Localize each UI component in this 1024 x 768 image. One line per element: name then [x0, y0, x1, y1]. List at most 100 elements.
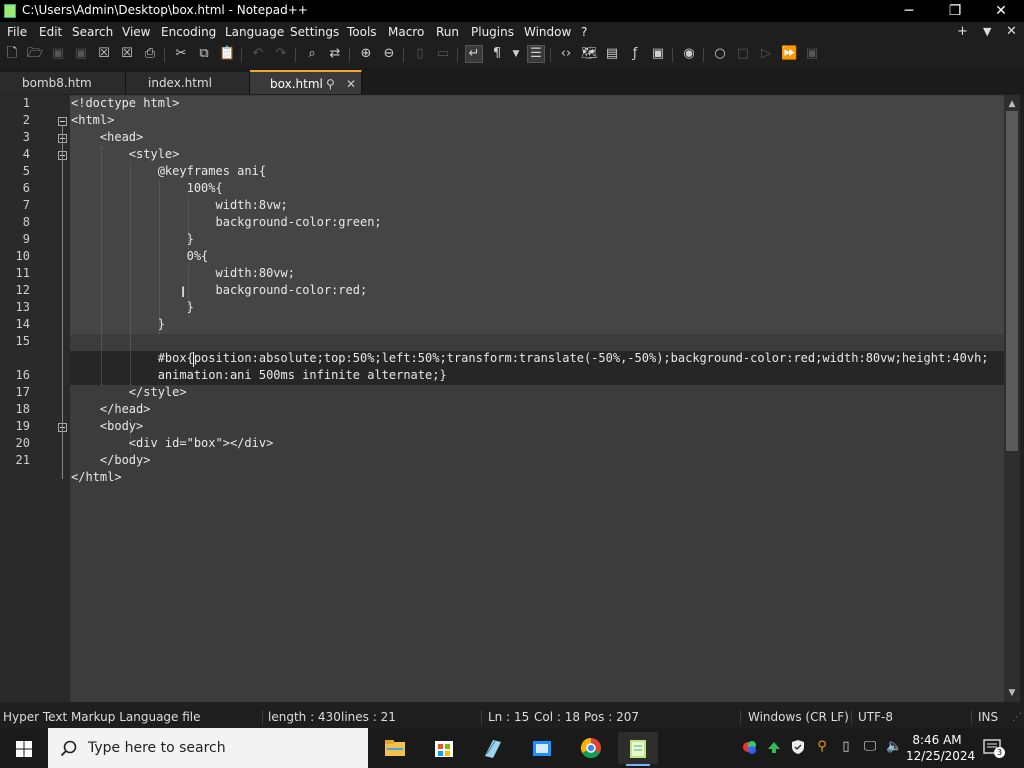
menu-run[interactable]: Run [436, 25, 459, 39]
scroll-up-icon[interactable]: ▲ [1004, 97, 1020, 111]
notifications-icon[interactable]: 3 [982, 738, 1005, 758]
menu-settings[interactable]: Settings [290, 25, 339, 39]
scrollbar-thumb[interactable] [1006, 111, 1018, 451]
print-icon[interactable]: ⎙ [142, 46, 158, 62]
save-icon[interactable]: ▣ [50, 46, 66, 62]
code-line[interactable]: </html> [71, 470, 122, 487]
menu-help[interactable]: ? [581, 25, 587, 39]
cut-icon[interactable]: ✂ [173, 46, 189, 62]
document-map-icon[interactable]: 🗺 [581, 46, 598, 62]
code-line[interactable]: background-color:red; [71, 283, 367, 300]
notepadpp-taskbar-app[interactable] [618, 732, 658, 766]
sync-tray-icon[interactable] [766, 739, 782, 755]
close-tab-icon[interactable]: ✕ [346, 73, 356, 95]
tab-box[interactable]: box.html ⚲ ✕ [250, 70, 362, 94]
code-line[interactable]: width:8vw; [71, 198, 287, 215]
word-wrap-icon[interactable]: ↵ [465, 45, 483, 63]
tab-list-down-icon[interactable]: ▼ [983, 25, 991, 38]
code-line[interactable]: <head> [71, 130, 143, 147]
code-line[interactable]: width:80vw; [71, 266, 294, 283]
zoom-out-icon[interactable]: ⊖ [381, 46, 397, 62]
code-line[interactable]: 0%{ [71, 249, 209, 266]
code-line[interactable]: <!doctype html> [71, 96, 179, 113]
show-all-chars-icon[interactable]: ¶ [489, 46, 505, 62]
undo-icon[interactable]: ↶ [250, 46, 266, 62]
macro-play-multiple-icon[interactable]: ⏩ [781, 46, 797, 62]
save-all-icon[interactable]: ▣ [73, 46, 89, 62]
clock[interactable]: 8:46 AM 12/25/2024 [906, 732, 975, 764]
open-file-icon[interactable]: 🗁 [27, 46, 43, 62]
code-line[interactable]: background-color:green; [71, 215, 381, 232]
macro-stop-icon[interactable]: □ [735, 46, 751, 62]
usb-device-icon[interactable]: ▯ [838, 739, 854, 755]
menu-file[interactable]: File [7, 25, 27, 39]
fold-toggle-icon[interactable] [58, 117, 67, 126]
tab-index[interactable]: index.html [126, 72, 250, 94]
new-tab-plus-icon[interactable]: + [957, 24, 968, 39]
document-list-icon[interactable]: ▤ [604, 46, 620, 62]
code-line[interactable]: <div id="box"></div> [71, 436, 274, 453]
color-app-tray-icon[interactable] [742, 739, 758, 755]
paste-icon[interactable]: 📋 [219, 46, 235, 62]
status-encoding[interactable]: UTF-8 [858, 710, 893, 724]
menu-window[interactable]: Window [524, 25, 571, 39]
sync-horizontal-icon[interactable]: ▭ [435, 46, 451, 62]
code-line[interactable]: animation:ani 500ms infinite alternate;} [71, 368, 447, 385]
code-line[interactable]: } [71, 300, 194, 317]
code-line[interactable]: </style> [71, 385, 187, 402]
file-explorer-app[interactable] [375, 732, 415, 764]
pin-icon[interactable]: ⚲ [326, 73, 335, 95]
code-line[interactable]: <style> [71, 147, 180, 164]
menu-encoding[interactable]: Encoding [161, 25, 216, 39]
chrome-app[interactable] [571, 732, 611, 764]
start-button[interactable] [0, 728, 48, 768]
search-orange-tray-icon[interactable]: ⚲ [814, 739, 830, 755]
new-file-icon[interactable]: 🗋 [4, 46, 20, 62]
close-window-button[interactable]: ✕ [978, 0, 1024, 22]
macro-record-icon[interactable]: ○ [712, 46, 728, 62]
tab-bomb8[interactable]: bomb8.htm [0, 72, 126, 94]
vertical-scrollbar[interactable]: ▲ ▼ [1004, 95, 1020, 702]
code-line[interactable]: } [71, 317, 165, 334]
menu-tools[interactable]: Tools [347, 25, 377, 39]
volume-icon[interactable]: 🔈 [886, 739, 902, 755]
menu-search[interactable]: Search [72, 25, 113, 39]
maximize-button[interactable]: ❐ [932, 0, 978, 22]
menu-view[interactable]: View [122, 25, 150, 39]
close-doc-icon[interactable]: ✕ [1006, 24, 1017, 39]
outlook-app[interactable] [522, 732, 562, 764]
macro-save-icon[interactable]: ▣ [804, 46, 820, 62]
monitoring-icon[interactable]: ◉ [681, 46, 697, 62]
code-line[interactable]: #box{position:absolute;top:50%;left:50%;… [71, 351, 989, 368]
taskbar-search-box[interactable]: Type here to search [48, 728, 368, 768]
menu-edit[interactable]: Edit [39, 25, 62, 39]
menu-plugins[interactable]: Plugins [471, 25, 514, 39]
code-line[interactable]: <body> [71, 419, 143, 436]
function-list-icon[interactable]: ƒ [627, 46, 643, 62]
code-line[interactable]: } [71, 232, 194, 249]
close-file-icon[interactable]: ☒ [96, 46, 112, 62]
notepad-app[interactable] [473, 732, 513, 764]
code-line[interactable]: 100%{ [71, 181, 223, 198]
menu-macro[interactable]: Macro [388, 25, 424, 39]
code-line[interactable]: <html> [71, 113, 114, 130]
close-all-icon[interactable]: ☒ [119, 46, 135, 62]
scroll-down-icon[interactable]: ▼ [1004, 686, 1020, 700]
xml-tag-icon[interactable]: ‹› [558, 46, 574, 62]
macro-play-icon[interactable]: ▷ [758, 46, 774, 62]
folder-workspace-icon[interactable]: ▣ [650, 46, 666, 62]
sync-vertical-icon[interactable]: ▯ [412, 46, 428, 62]
replace-icon[interactable]: ⇄ [327, 46, 343, 62]
copy-icon[interactable]: ⧉ [196, 46, 212, 62]
zoom-in-icon[interactable]: ⊕ [358, 46, 374, 62]
redo-icon[interactable]: ↷ [273, 46, 289, 62]
indent-guide-icon[interactable]: ☰ [527, 45, 545, 63]
status-eol[interactable]: Windows (CR LF) [748, 710, 849, 724]
network-icon[interactable]: 🖵 [862, 739, 878, 755]
code-line[interactable]: </head> [71, 402, 151, 419]
show-chars-dropdown-icon[interactable]: ▼ [508, 46, 524, 62]
security-shield-icon[interactable] [790, 739, 806, 755]
code-line[interactable]: </body> [71, 453, 151, 470]
minimize-button[interactable]: ─ [886, 0, 932, 22]
menu-language[interactable]: Language [225, 25, 284, 39]
